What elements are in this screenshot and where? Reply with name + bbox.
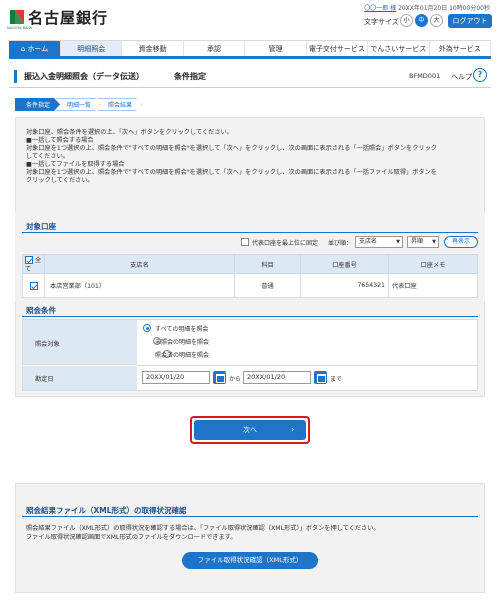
date-from-input[interactable]: 20XX/01/20	[142, 371, 210, 384]
row-number: 7654321	[300, 273, 389, 298]
xml-heading-line	[22, 516, 478, 517]
font-size-medium-button[interactable]: 中	[415, 14, 428, 27]
target-label: 照会対象	[35, 341, 60, 348]
bank-logo-icon	[10, 10, 24, 24]
xml-heading: 照会結果ファイル（XML形式）の取得状況確認	[26, 506, 187, 515]
col-all: 全て	[22, 254, 45, 274]
screen-id: BFMD001	[409, 72, 441, 80]
sort-field-select[interactable]: 支店名	[355, 236, 403, 248]
row-type: 普通	[234, 273, 301, 298]
date-label: 勘定日	[35, 376, 54, 383]
step-result: 照会結果	[97, 98, 142, 111]
col-type: 科目	[234, 254, 301, 274]
nav-home[interactable]: ⌂ ホーム	[9, 41, 61, 56]
col-branch: 支店名	[44, 254, 235, 274]
font-size-large-button[interactable]: 大	[430, 14, 443, 27]
option-all-label: すべての明細を照会	[155, 326, 209, 333]
nav-fund-transfer[interactable]: 資金移動	[122, 41, 184, 56]
chevron-right-icon: ›	[291, 425, 295, 434]
conditions-heading-line	[22, 316, 478, 317]
sort-label: 並び順：	[328, 240, 353, 247]
global-nav: ⌂ ホーム 明細照会 資金移動 承認 管理 電子交付サービス でんさいサービス …	[9, 40, 491, 59]
account-heading-line	[22, 232, 478, 233]
pin-representative-label: 代表口座を最上位に固定	[252, 240, 319, 247]
font-size-small-button[interactable]: 小	[400, 14, 413, 27]
nav-statement-inquiry[interactable]: 明細照会	[61, 41, 123, 56]
step-indicator: 条件指定 明細一覧 照会結果	[15, 98, 138, 111]
title-accent	[14, 70, 17, 83]
table-row[interactable]: 本店営業部（101） 普通 7654321 代表口座	[22, 273, 478, 298]
option-viewed-label: 照会済の明細を照会	[155, 352, 210, 359]
row-branch: 本店営業部（101）	[44, 273, 235, 298]
col-memo: 口座メモ	[388, 254, 478, 274]
row-checkbox[interactable]	[29, 281, 38, 290]
row-memo: 代表口座	[388, 273, 478, 298]
pin-representative-checkbox[interactable]	[241, 238, 249, 246]
option-unviewed-label: 未照会の明細を照会	[155, 339, 210, 346]
calendar-to-icon[interactable]	[314, 371, 327, 384]
font-size-label: 文字サイズ	[364, 18, 399, 26]
logout-button[interactable]: ログアウト	[448, 14, 492, 28]
date-to-input[interactable]: 20XX/01/20	[243, 371, 311, 384]
from-label: から	[229, 376, 242, 383]
xml-status-button[interactable]: ファイル取得状況確認（XML形式）	[182, 552, 318, 569]
account-table-header: 全て 支店名 科目 口座番号 口座メモ	[22, 254, 478, 274]
row-divider	[137, 365, 477, 366]
bank-name: 名古屋銀行	[28, 9, 109, 27]
help-link[interactable]: ヘルプ	[451, 72, 472, 82]
xml-text-2: ファイル取得状況確認画面でXML形式のファイルをダウンロードできます。	[26, 534, 237, 541]
col-number: 口座番号	[300, 254, 389, 274]
xml-text-1: 照会結果ファイル（XML形式）の取得状況を確認する場合は、「ファイル取得状況確認…	[26, 525, 380, 532]
step-list: 明細一覧	[56, 98, 101, 111]
step-condition: 条件指定	[15, 98, 60, 111]
last-login: 20XX年01月20日 10時00分00秒	[398, 5, 490, 12]
user-info: 〇〇一郎 様 20XX年01月20日 10時00分00秒	[364, 3, 490, 12]
redisplay-button[interactable]: 再表示	[444, 236, 478, 248]
nav-forex[interactable]: 外為サービス	[430, 41, 491, 56]
calendar-from-icon[interactable]	[213, 371, 226, 384]
bank-name-en: NAGOYA BANK	[7, 26, 33, 30]
next-button[interactable]: 次へ	[194, 420, 306, 440]
option-all-radio[interactable]	[143, 324, 151, 332]
user-name[interactable]: 〇〇一郎 様	[364, 5, 396, 12]
nav-approval[interactable]: 承認	[184, 41, 246, 56]
nav-management[interactable]: 管理	[245, 41, 307, 56]
select-all-checkbox[interactable]	[25, 256, 33, 264]
page-title: 振込入金明細照会（データ伝送）	[24, 72, 144, 81]
page-subtitle: 条件指定	[174, 72, 206, 81]
nav-e-delivery[interactable]: 電子交付サービス	[307, 41, 369, 56]
conditions-heading: 照会条件	[26, 306, 56, 315]
instructions: 対象口座、照会条件を選択の上、「次へ」ボタンをクリックしてください。 ■一括して…	[26, 129, 437, 184]
account-heading: 対象口座	[26, 222, 56, 231]
sort-order-select[interactable]: 昇順	[407, 236, 439, 248]
account-table: 全て 支店名 科目 口座番号 口座メモ 本店営業部（101） 普通 765432…	[22, 254, 478, 298]
nav-densai[interactable]: でんさいサービス	[368, 41, 430, 56]
help-icon[interactable]: ?	[473, 68, 487, 82]
to-label: まで	[330, 376, 343, 383]
